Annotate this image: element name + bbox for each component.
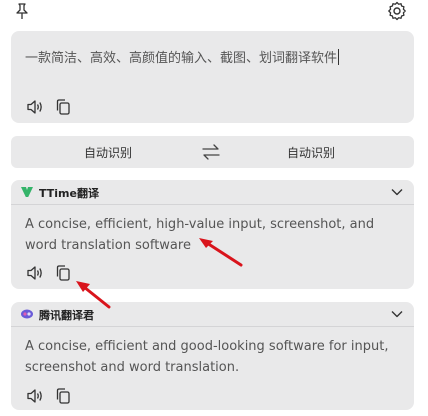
source-input-card[interactable]: 一款简洁、高效、高颜值的输入、截图、划词翻译软件 bbox=[11, 31, 414, 123]
result-actions bbox=[25, 386, 73, 406]
result-card-header[interactable]: TTime翻译 bbox=[11, 180, 414, 204]
target-language-select[interactable]: 自动识别 bbox=[287, 144, 335, 161]
copy-icon[interactable] bbox=[53, 263, 73, 283]
swap-icon[interactable] bbox=[201, 143, 221, 161]
speaker-icon[interactable] bbox=[25, 97, 45, 117]
translation-text: A concise, efficient and good-looking so… bbox=[25, 339, 389, 375]
header-divider bbox=[11, 204, 414, 205]
chevron-down-icon[interactable] bbox=[390, 308, 404, 320]
source-language-select[interactable]: 自动识别 bbox=[84, 144, 132, 161]
pin-icon[interactable] bbox=[13, 2, 31, 20]
text-caret bbox=[338, 49, 340, 65]
source-text-input[interactable]: 一款简洁、高效、高颜值的输入、截图、划词翻译软件 bbox=[25, 47, 340, 66]
language-bar: 自动识别 自动识别 bbox=[11, 136, 414, 168]
source-text: 一款简洁、高效、高颜值的输入、截图、划词翻译软件 bbox=[25, 51, 338, 66]
tencent-logo-icon bbox=[21, 309, 33, 319]
speaker-icon[interactable] bbox=[25, 263, 45, 283]
top-toolbar bbox=[0, 0, 428, 26]
annotation-arrow bbox=[76, 281, 111, 309]
service-name: TTime翻译 bbox=[39, 187, 99, 200]
annotation-arrow bbox=[199, 238, 243, 267]
result-actions bbox=[25, 263, 73, 283]
result-card-tencent: 腾讯翻译君 A concise, efficient and good-look… bbox=[11, 302, 414, 410]
input-actions bbox=[25, 97, 73, 117]
speaker-icon[interactable] bbox=[25, 386, 45, 406]
header-divider bbox=[11, 326, 414, 327]
copy-icon[interactable] bbox=[53, 97, 73, 117]
copy-icon[interactable] bbox=[53, 386, 73, 406]
ttime-logo-icon bbox=[21, 187, 33, 197]
gear-icon[interactable] bbox=[387, 1, 407, 21]
chevron-down-icon[interactable] bbox=[390, 186, 404, 198]
